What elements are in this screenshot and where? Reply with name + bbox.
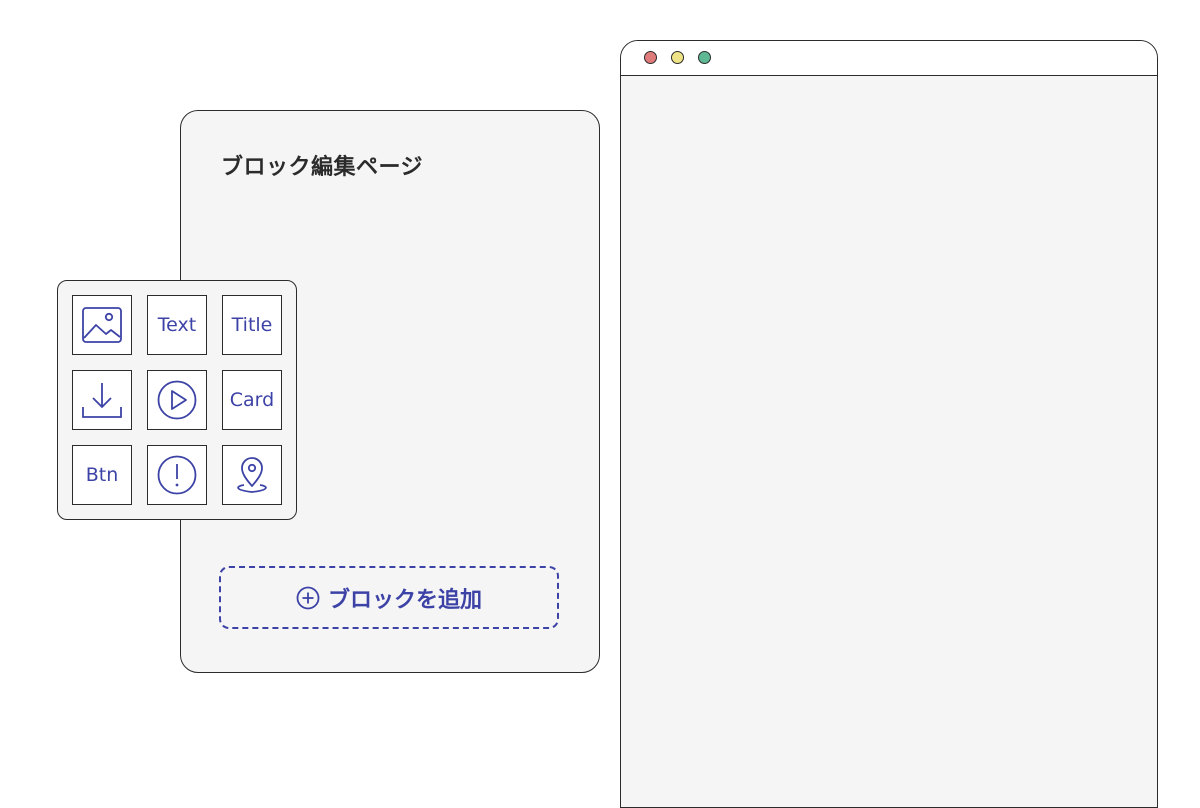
maximize-window-button[interactable] [698, 51, 711, 64]
block-type-palette: Text Title Card Btn [57, 280, 297, 520]
browser-titlebar [621, 41, 1157, 76]
video-block-tile[interactable] [147, 370, 207, 430]
alert-block-tile[interactable] [147, 445, 207, 505]
add-block-label: ブロックを追加 [327, 587, 482, 613]
alert-icon [156, 454, 198, 496]
download-icon [81, 379, 123, 421]
close-window-button[interactable] [644, 51, 657, 64]
image-block-tile[interactable] [72, 295, 132, 355]
minimize-window-button[interactable] [671, 51, 684, 64]
preview-browser-window [620, 40, 1158, 808]
text-block-tile[interactable]: Text [147, 295, 207, 355]
button-block-tile[interactable]: Btn [72, 445, 132, 505]
add-block-button[interactable]: ブロックを追加 [219, 566, 559, 629]
page-title: ブロック編集ページ [221, 155, 424, 180]
title-block-tile[interactable]: Title [222, 295, 282, 355]
plus-circle-icon [296, 586, 320, 610]
card-block-label: Card [229, 389, 275, 411]
image-icon [81, 304, 123, 346]
map-block-tile[interactable] [222, 445, 282, 505]
title-block-label: Title [231, 314, 273, 336]
text-block-label: Text [157, 314, 197, 336]
button-block-label: Btn [85, 464, 119, 486]
card-block-tile[interactable]: Card [222, 370, 282, 430]
play-icon [156, 379, 198, 421]
download-block-tile[interactable] [72, 370, 132, 430]
map-pin-icon [231, 454, 273, 496]
